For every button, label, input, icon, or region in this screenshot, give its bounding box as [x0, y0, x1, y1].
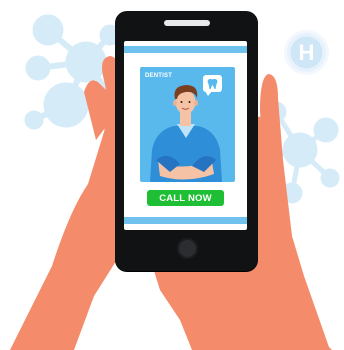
speech-bubble-tail	[205, 91, 212, 96]
phone-speaker	[164, 20, 210, 26]
tooth-icon	[207, 78, 218, 90]
call-now-button[interactable]: CALL NOW	[147, 190, 224, 206]
hospital-icon: H	[298, 39, 315, 65]
screen-bottom-bar	[124, 217, 247, 224]
home-button[interactable]	[177, 238, 198, 259]
card-label: DENTIST	[145, 73, 173, 79]
screen-top-bar	[124, 46, 247, 53]
